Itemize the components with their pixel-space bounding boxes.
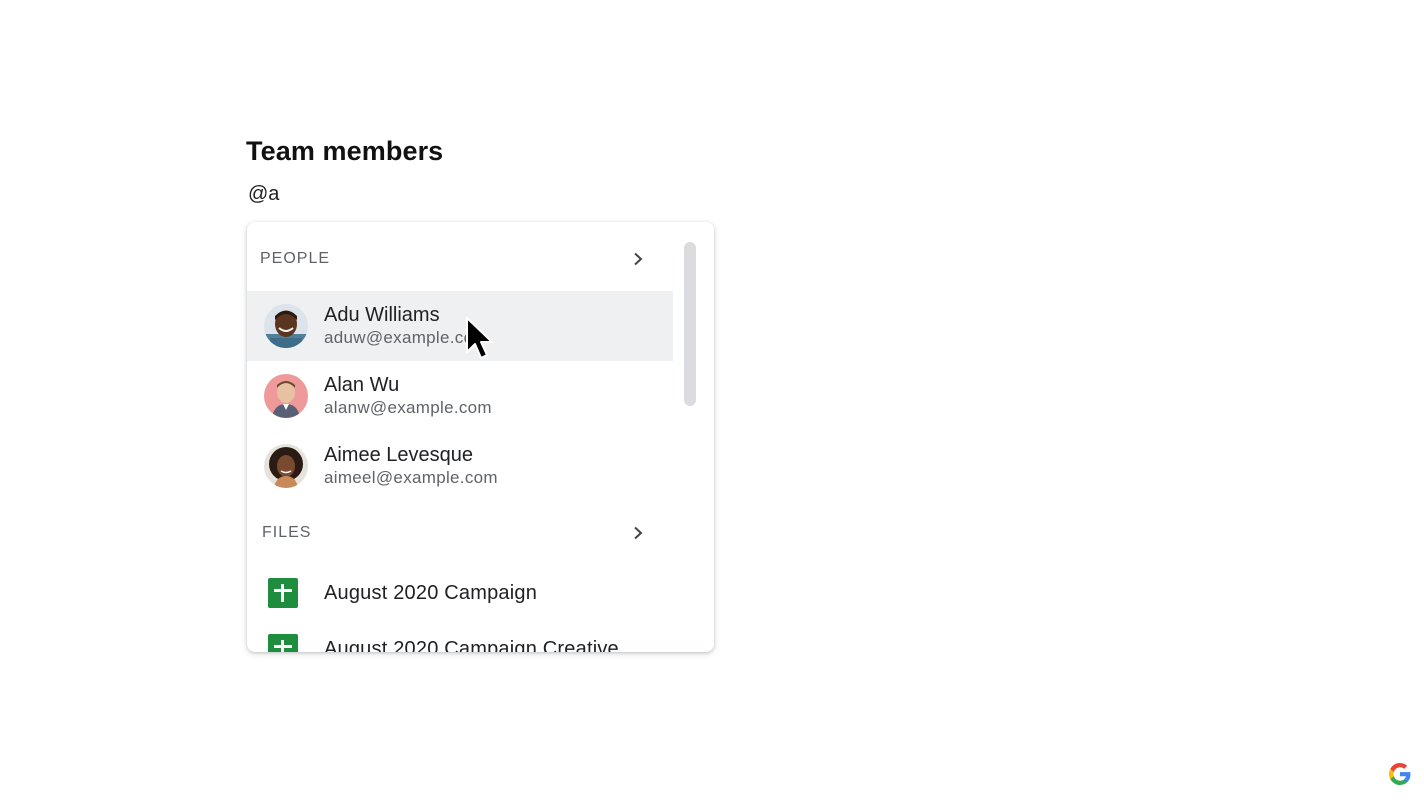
person-item-alan-wu[interactable]: Alan Wu alanw@example.com: [247, 361, 673, 431]
person-email: aimeel@example.com: [324, 468, 498, 487]
dropdown-scrollbar[interactable]: [684, 242, 696, 406]
files-section-label: FILES: [262, 524, 312, 541]
file-item-august-2020-campaign[interactable]: August 2020 Campaign: [247, 565, 673, 621]
person-item-adu-williams[interactable]: Adu Williams aduw@example.com: [247, 291, 673, 361]
avatar: [264, 304, 308, 348]
chevron-right-icon[interactable]: [631, 252, 645, 266]
file-name: August 2020 Campaign Creative: [324, 637, 619, 653]
page: Team members PEOPLE Adu: [0, 0, 1424, 804]
person-item-aimee-levesque[interactable]: Aimee Levesque aimeel@example.com: [247, 431, 673, 501]
google-sheets-icon: [268, 578, 298, 608]
avatar: [264, 374, 308, 418]
person-name: Alan Wu: [324, 374, 400, 396]
person-name: Aimee Levesque: [324, 444, 473, 466]
google-g-icon: [1389, 763, 1411, 785]
files-section-header[interactable]: FILES: [247, 513, 687, 553]
mouse-pointer-icon: [466, 317, 493, 359]
chevron-right-icon[interactable]: [631, 526, 645, 540]
avatar: [264, 444, 308, 488]
file-item-august-2020-campaign-creative[interactable]: August 2020 Campaign Creative: [247, 621, 673, 652]
mention-suggestions-dropdown: PEOPLE Adu Williams aduw@example.com Ala…: [247, 222, 714, 652]
scrollbar-thumb[interactable]: [684, 242, 696, 406]
people-section-header[interactable]: PEOPLE: [247, 239, 687, 279]
page-title: Team members: [246, 136, 444, 166]
person-email: alanw@example.com: [324, 398, 492, 417]
google-sheets-icon: [268, 634, 298, 652]
file-name: August 2020 Campaign: [324, 581, 538, 604]
mention-input[interactable]: [248, 180, 448, 208]
people-section-label: PEOPLE: [260, 250, 331, 267]
